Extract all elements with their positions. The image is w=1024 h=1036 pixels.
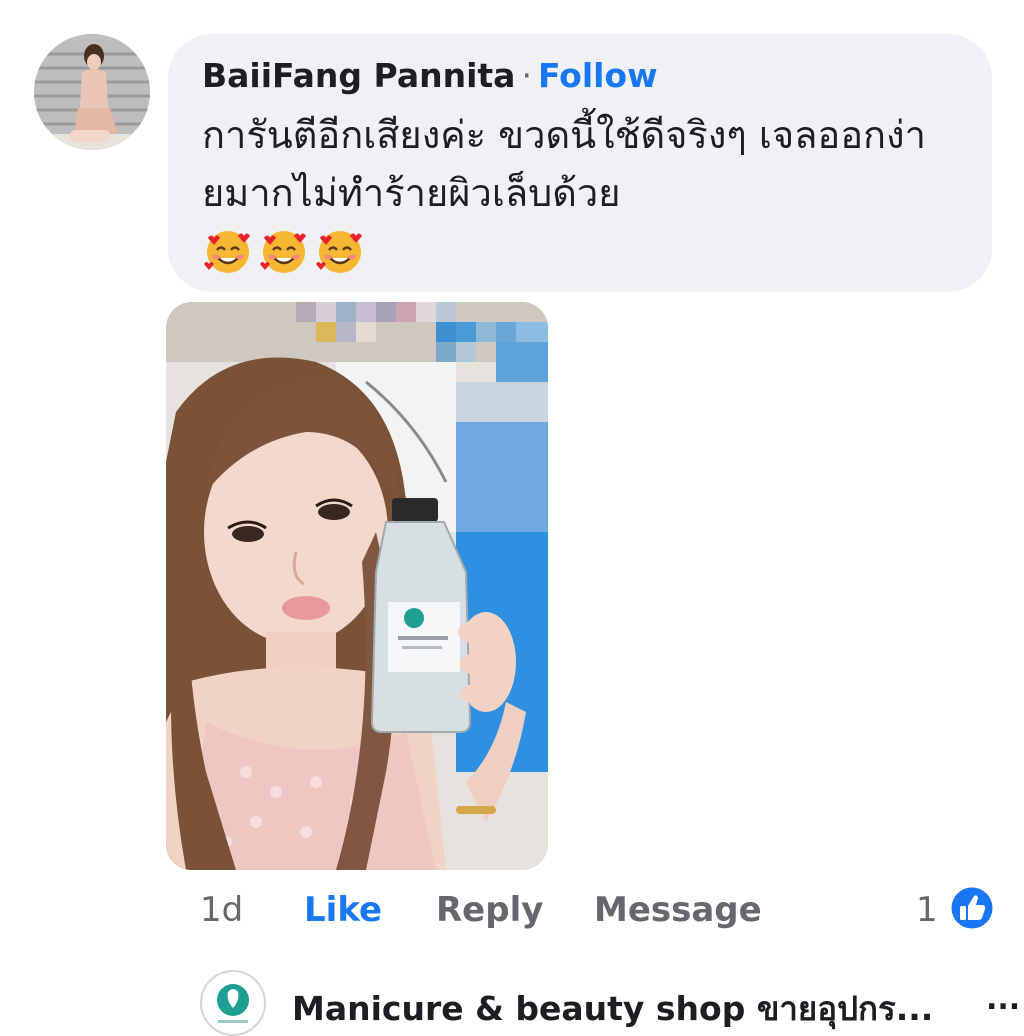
thumbs-up-icon[interactable]	[948, 884, 996, 932]
photo-of-woman-holding-bottle-icon	[166, 302, 548, 870]
follow-button[interactable]: Follow	[538, 56, 658, 95]
comment-timestamp[interactable]: 1d	[200, 890, 243, 930]
smiling-face-with-hearts-icon	[260, 231, 306, 273]
shop-logo-icon	[217, 984, 249, 1023]
smiling-face-with-hearts-icon	[316, 231, 362, 273]
reply-item: Manicure & beauty shop ขายอุปกร... ...	[200, 968, 1020, 1036]
reply-button[interactable]: Reply	[436, 890, 543, 930]
comment-actions: 1d Like Reply Message 1	[200, 884, 1000, 942]
commenter-avatar[interactable]	[34, 34, 150, 150]
more-options-button[interactable]: ...	[986, 982, 1020, 1017]
like-button[interactable]: Like	[304, 890, 382, 930]
smiling-face-with-hearts-icon	[204, 231, 250, 273]
shop-avatar[interactable]	[200, 970, 266, 1036]
reaction-count[interactable]: 1	[916, 890, 938, 930]
avatar-photo-icon	[34, 34, 150, 150]
comment-header: BaiiFang Pannita · Follow	[202, 52, 958, 100]
comment-bubble: BaiiFang Pannita · Follow การันตีอีกเสียงค…	[168, 34, 992, 292]
comment-text: การันตีอีกเสียงค่ะ ขวดนี้ใช้ดีจริงๆ เจลอ…	[202, 113, 926, 215]
author-name[interactable]: BaiiFang Pannita	[202, 56, 515, 95]
comment-photo[interactable]	[166, 302, 548, 870]
emoji-row	[202, 224, 958, 276]
reply-author-name[interactable]: Manicure & beauty shop ขายอุปกร...	[292, 982, 933, 1035]
separator-dot: ·	[521, 56, 532, 95]
message-button[interactable]: Message	[594, 890, 762, 930]
